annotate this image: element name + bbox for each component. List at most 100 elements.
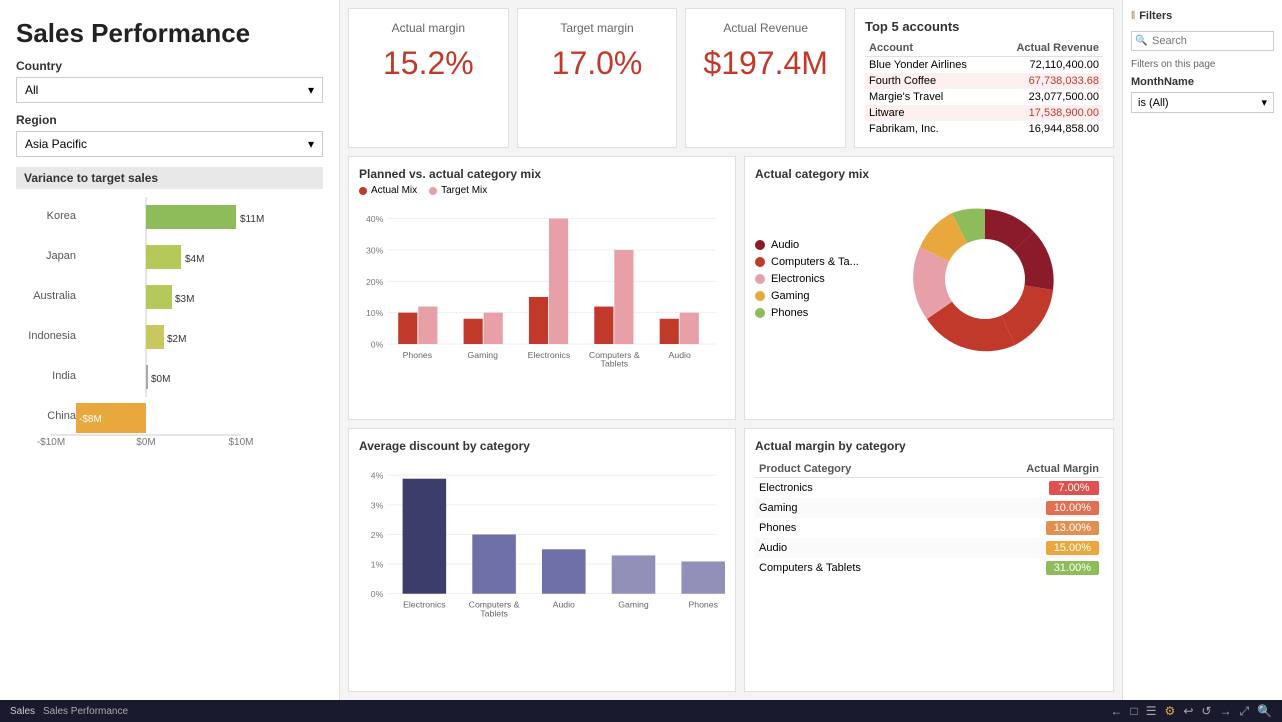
nav-search-icon[interactable]: 🔍 xyxy=(1257,704,1272,718)
nav-page-icon[interactable]: □ xyxy=(1131,704,1138,718)
cat-legend-phones: Phones xyxy=(755,307,875,319)
table-row: Blue Yonder Airlines 72,110,400.00 xyxy=(865,57,1103,74)
avg-discount-chart: 4% 3% 2% 1% 0% xyxy=(359,457,725,632)
svg-text:-$8M: -$8M xyxy=(79,414,102,425)
top5-accounts-card: Top 5 accounts Account Actual Revenue Bl… xyxy=(854,8,1114,148)
svg-text:Gaming: Gaming xyxy=(468,350,499,360)
svg-text:1%: 1% xyxy=(371,560,384,570)
svg-text:India: India xyxy=(52,370,77,382)
svg-text:4%: 4% xyxy=(371,471,384,481)
svg-text:Gaming: Gaming xyxy=(618,600,649,610)
cat-legend-computers: Computers & Ta... xyxy=(755,256,875,268)
table-row: Audio 15.00% xyxy=(755,538,1103,558)
kpi-actual-margin: Actual margin 15.2% xyxy=(348,8,509,148)
nav-link-icon[interactable]: ↩ xyxy=(1183,704,1193,718)
top5-table: Account Actual Revenue Blue Yonder Airli… xyxy=(865,40,1103,137)
svg-text:$0M: $0M xyxy=(151,374,170,385)
svg-text:$11M: $11M xyxy=(240,214,264,225)
avg-discount-title: Average discount by category xyxy=(359,439,725,453)
region-label: Region xyxy=(16,113,323,127)
table-row: Fabrikam, Inc. 16,944,858.00 xyxy=(865,121,1103,137)
actual-category-mix-title: Actual category mix xyxy=(755,167,1103,181)
table-row: Electronics 7.00% xyxy=(755,478,1103,499)
top5-title: Top 5 accounts xyxy=(865,19,1103,34)
svg-text:0%: 0% xyxy=(371,589,384,599)
svg-text:0%: 0% xyxy=(371,340,384,350)
month-filter-dropdown[interactable]: is (All) ▾ xyxy=(1131,92,1274,113)
variance-chart: Korea $11M Japan $4M Australia $3M Indon… xyxy=(16,197,306,427)
cat-legend-gaming: Gaming xyxy=(755,290,875,302)
kpi-actual-revenue: Actual Revenue $197.4M xyxy=(685,8,846,148)
actual-category-mix-card: Actual category mix Audio Computers & Ta… xyxy=(744,156,1114,420)
legend-target-mix: Target Mix xyxy=(429,185,487,196)
variance-title: Variance to target sales xyxy=(16,167,323,189)
nav-expand-icon[interactable]: ⤢ xyxy=(1239,704,1249,719)
filter-icon: ⧛ xyxy=(1131,8,1135,23)
table-row: Litware 17,538,900.00 xyxy=(865,105,1103,121)
svg-text:30%: 30% xyxy=(366,245,384,255)
actual-margin-title: Actual margin by category xyxy=(755,439,1103,453)
filter-search-input[interactable] xyxy=(1131,31,1274,51)
planned-vs-actual-chart: 40% 30% 20% 10% 0% xyxy=(359,200,725,380)
svg-text:Japan: Japan xyxy=(46,250,76,262)
svg-text:3%: 3% xyxy=(371,500,384,510)
svg-text:2%: 2% xyxy=(371,530,384,540)
table-row: Gaming 10.00% xyxy=(755,498,1103,518)
svg-text:-$10M: -$10M xyxy=(37,437,65,448)
nav-bookmark-icon[interactable]: ⚙ xyxy=(1165,704,1176,718)
month-chevron-icon: ▾ xyxy=(1261,96,1267,109)
filters-panel: ⧛ Filters 🔍 Filters on this page MonthNa… xyxy=(1122,0,1282,700)
kpi-target-margin: Target margin 17.0% xyxy=(517,8,678,148)
svg-text:Tablets: Tablets xyxy=(601,359,629,369)
table-row: Phones 13.00% xyxy=(755,518,1103,538)
nav-back-icon[interactable]: ← xyxy=(1111,704,1123,718)
country-chevron-icon: ▾ xyxy=(308,83,314,97)
svg-text:Phones: Phones xyxy=(688,600,718,610)
planned-vs-actual-title: Planned vs. actual category mix xyxy=(359,167,725,181)
svg-text:Korea: Korea xyxy=(47,210,77,222)
country-label: Country xyxy=(16,59,323,73)
svg-text:Audio: Audio xyxy=(669,350,691,360)
page-title: Sales Performance xyxy=(16,18,323,49)
svg-text:$0M: $0M xyxy=(136,437,155,448)
region-select[interactable]: Asia Pacific ▾ xyxy=(16,131,323,157)
country-select[interactable]: All ▾ xyxy=(16,77,323,103)
taskbar-app-label: Sales xyxy=(10,706,35,717)
svg-text:$2M: $2M xyxy=(167,334,186,345)
nav-menu-icon[interactable]: ☰ xyxy=(1146,704,1157,718)
month-name-label: MonthName xyxy=(1131,76,1274,88)
nav-forward-icon[interactable]: → xyxy=(1219,704,1231,718)
svg-text:Tablets: Tablets xyxy=(480,608,508,618)
svg-text:$3M: $3M xyxy=(175,294,194,305)
svg-text:China: China xyxy=(47,410,77,422)
svg-text:$10M: $10M xyxy=(228,437,253,448)
donut-chart xyxy=(885,189,1085,369)
svg-text:10%: 10% xyxy=(366,308,384,318)
taskbar: Sales Sales Performance ← □ ☰ ⚙ ↩ ↺ → ⤢ … xyxy=(0,700,1282,722)
svg-text:Audio: Audio xyxy=(553,600,575,610)
margin-table: Product Category Actual Margin Electroni… xyxy=(755,461,1103,578)
avg-discount-card: Average discount by category 4% 3% 2% 1%… xyxy=(348,428,736,692)
planned-vs-actual-card: Planned vs. actual category mix Actual M… xyxy=(348,156,736,420)
cat-legend-audio: Audio xyxy=(755,239,875,251)
svg-text:Indonesia: Indonesia xyxy=(28,330,77,342)
actual-margin-category-card: Actual margin by category Product Catego… xyxy=(744,428,1114,692)
variance-section: Variance to target sales Korea $11M Japa… xyxy=(16,167,323,430)
svg-text:20%: 20% xyxy=(366,277,384,287)
table-row: Computers & Tablets 31.00% xyxy=(755,558,1103,578)
svg-text:$4M: $4M xyxy=(185,254,204,265)
table-row: Margie's Travel 23,077,500.00 xyxy=(865,89,1103,105)
filters-title: Filters xyxy=(1139,10,1172,22)
cat-legend-electronics: Electronics xyxy=(755,273,875,285)
filters-on-page-label: Filters on this page xyxy=(1131,59,1274,70)
svg-text:Australia: Australia xyxy=(33,290,77,302)
region-chevron-icon: ▾ xyxy=(308,137,314,151)
legend-actual-mix: Actual Mix xyxy=(359,185,417,196)
svg-text:Electronics: Electronics xyxy=(403,600,446,610)
taskbar-page-label: Sales Performance xyxy=(43,706,128,717)
svg-text:40%: 40% xyxy=(366,214,384,224)
svg-text:Electronics: Electronics xyxy=(528,350,571,360)
nav-refresh-icon[interactable]: ↺ xyxy=(1201,704,1211,718)
search-icon: 🔍 xyxy=(1135,36,1147,47)
svg-text:Phones: Phones xyxy=(403,350,433,360)
